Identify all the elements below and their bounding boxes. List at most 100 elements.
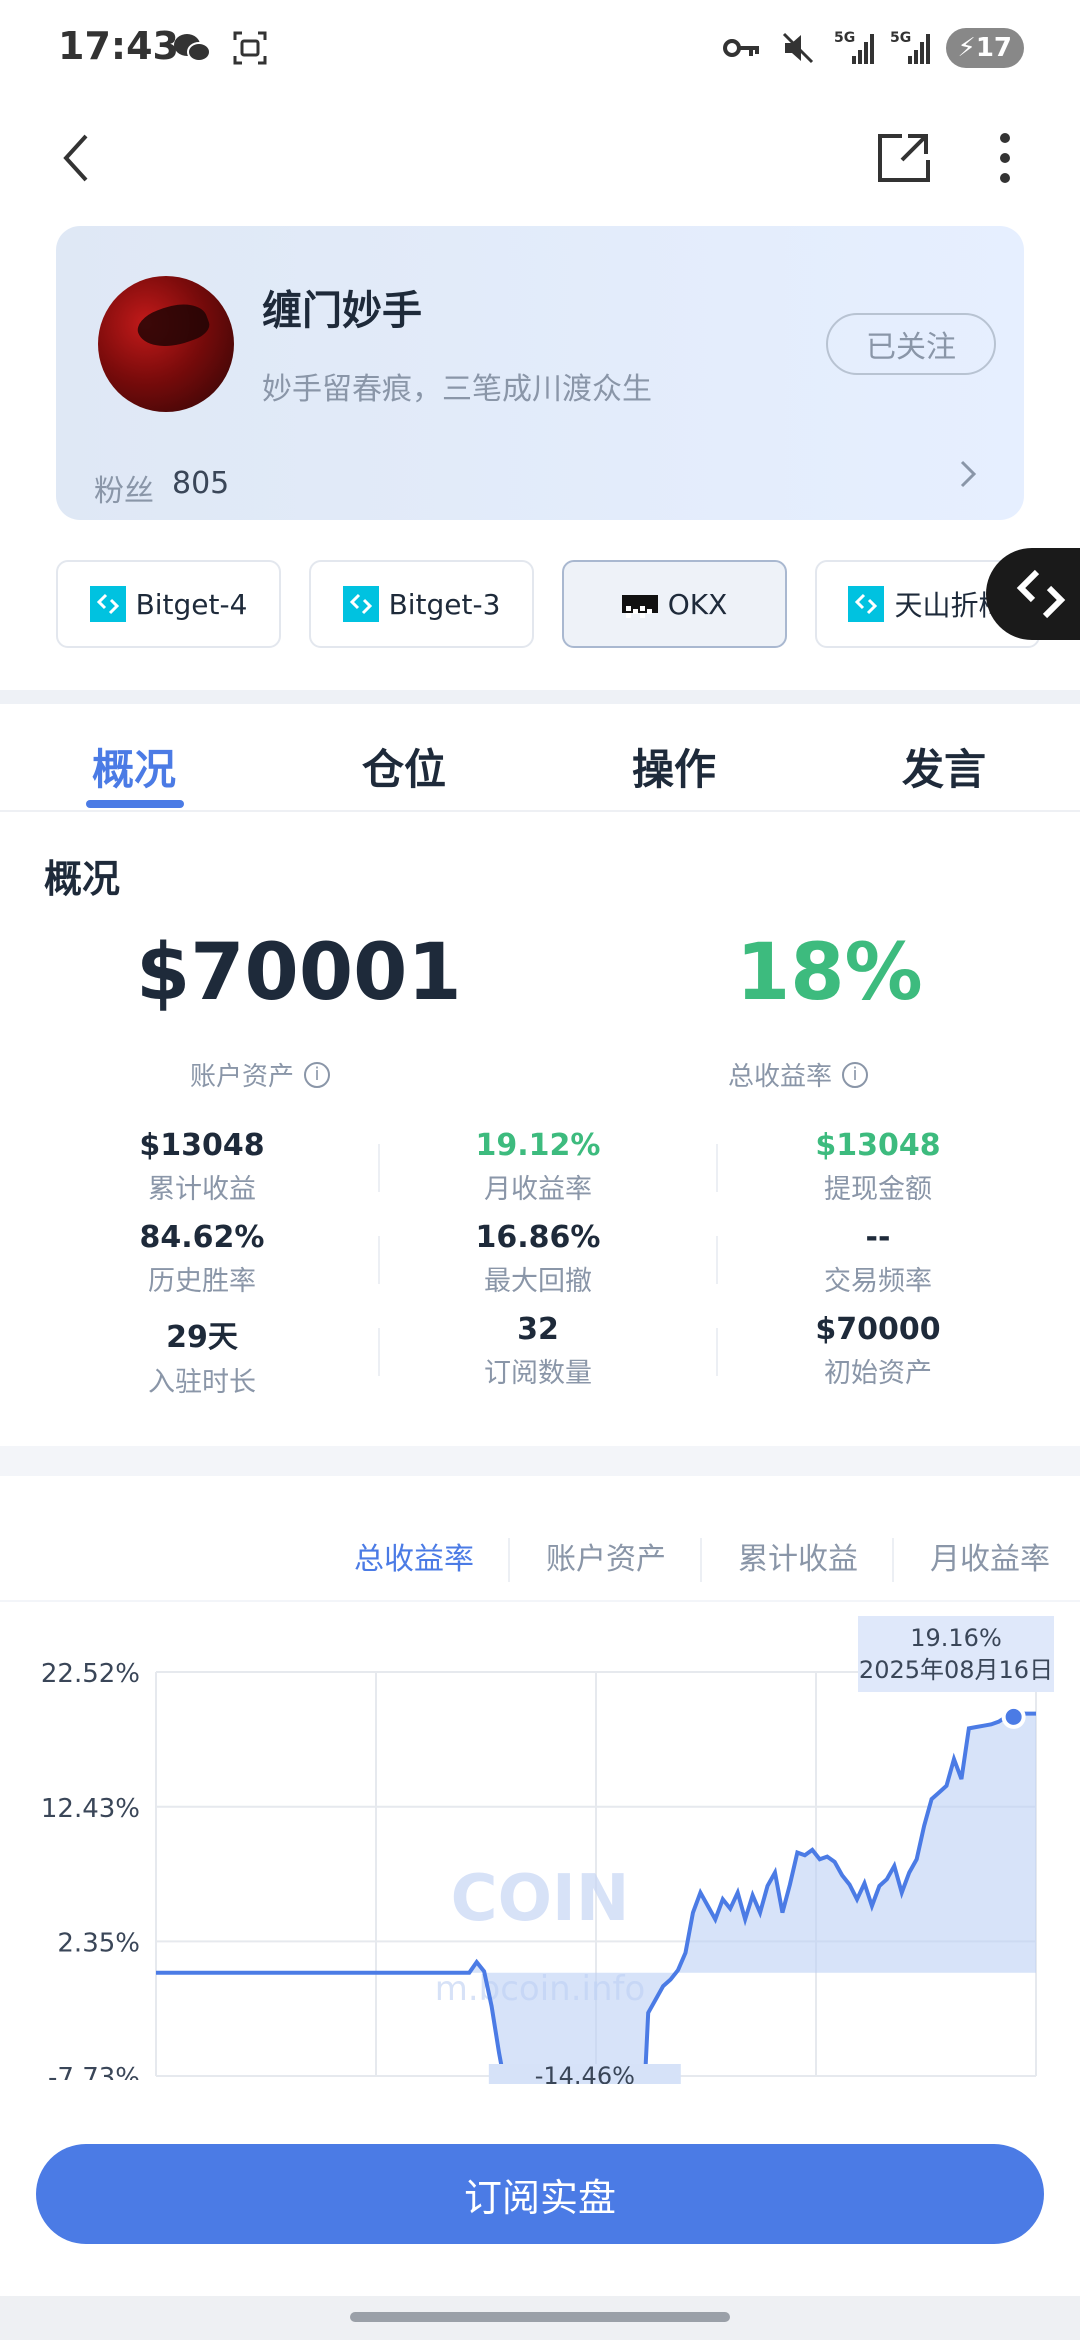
chart-divider bbox=[0, 1600, 1080, 1602]
metric-tab-account-assets[interactable]: 账户资产 bbox=[546, 1534, 666, 1578]
fans-count: 805 bbox=[172, 466, 230, 501]
overview-section-title: 概况 bbox=[44, 857, 121, 901]
svg-text:5G: 5G bbox=[834, 30, 855, 46]
charging-icon: ⚡ bbox=[957, 33, 976, 63]
tab-positions[interactable]: 仓位 bbox=[362, 736, 446, 797]
total-return-label-group: 总收益率 i bbox=[728, 1056, 869, 1093]
stat-label: 历史胜率 bbox=[148, 1266, 256, 1297]
metric-tab-divider bbox=[892, 1538, 894, 1582]
stat-item: 32 订阅数量 bbox=[388, 1312, 688, 1390]
active-tab-indicator bbox=[86, 800, 184, 808]
section-divider bbox=[0, 1446, 1080, 1476]
stat-item: $13048 累计收益 bbox=[52, 1128, 352, 1206]
stat-divider bbox=[716, 1328, 718, 1376]
stat-value: 16.86% bbox=[475, 1220, 601, 1255]
total-return-value: 18% bbox=[736, 928, 923, 1018]
stat-divider bbox=[378, 1144, 380, 1192]
metric-tab-divider bbox=[508, 1538, 510, 1582]
metric-tab-total-return[interactable]: 总收益率 bbox=[354, 1534, 474, 1578]
stat-item: 84.62% 历史胜率 bbox=[52, 1220, 352, 1298]
stat-divider bbox=[716, 1144, 718, 1192]
stat-value: 29天 bbox=[166, 1320, 238, 1355]
svg-text:5G: 5G bbox=[890, 30, 911, 46]
tab-operations[interactable]: 操作 bbox=[632, 736, 716, 797]
wechat-icon bbox=[172, 28, 212, 68]
metric-tab-monthly-return[interactable]: 月收益率 bbox=[930, 1534, 1050, 1578]
bitget-logo-icon bbox=[848, 586, 885, 622]
battery-level: 17 bbox=[975, 33, 1012, 63]
info-icon[interactable]: i bbox=[304, 1061, 331, 1088]
key-icon bbox=[722, 28, 762, 68]
home-indicator[interactable] bbox=[350, 2312, 730, 2322]
signal-5g-icon-1: 5G bbox=[834, 28, 874, 68]
floating-bitget-button[interactable] bbox=[986, 548, 1080, 640]
account-assets-label: 账户资产 bbox=[190, 1062, 295, 1092]
subscribe-live-button[interactable]: 订阅实盘 bbox=[36, 2144, 1044, 2244]
navigation-bar bbox=[0, 100, 1080, 225]
bitget-logo-icon bbox=[89, 586, 126, 622]
stat-divider bbox=[378, 1328, 380, 1376]
chart-y-tick-label: 22.52% bbox=[41, 1659, 140, 1689]
battery-indicator: ⚡ 17 bbox=[945, 28, 1024, 68]
watermark-logo-text: COIN bbox=[451, 1862, 630, 1936]
exchange-tab-bitget-4[interactable]: Bitget-4 bbox=[56, 560, 281, 648]
exchange-tab-label: Bitget-3 bbox=[388, 587, 501, 621]
stat-value: $13048 bbox=[139, 1128, 265, 1163]
section-divider bbox=[0, 690, 1080, 704]
stat-label: 交易频率 bbox=[824, 1266, 932, 1297]
stat-item: $70000 初始资产 bbox=[728, 1312, 1028, 1390]
signal-5g-icon-2: 5G bbox=[890, 28, 930, 68]
bitget-logo-icon bbox=[342, 586, 379, 622]
stat-value: -- bbox=[865, 1220, 891, 1255]
main-tabs: 概况 仓位 操作 发言 bbox=[0, 704, 1080, 812]
tab-overview[interactable]: 概况 bbox=[92, 736, 176, 797]
chevron-right-icon[interactable] bbox=[952, 454, 984, 494]
screen-capture-icon bbox=[230, 28, 270, 68]
stat-value: 32 bbox=[517, 1312, 559, 1347]
chart-tooltip-value: 19.16% bbox=[910, 1624, 1002, 1652]
chart-tooltip-date: 2025年08月16日 bbox=[859, 1656, 1053, 1684]
back-icon[interactable] bbox=[52, 128, 112, 188]
stat-item: 16.86% 最大回撤 bbox=[388, 1220, 688, 1298]
stat-label: 最大回撤 bbox=[484, 1266, 592, 1297]
stat-label: 提现金额 bbox=[824, 1174, 932, 1205]
exchange-account-tabs: Bitget-4 Bitget-3 OKX 天山折梅 bbox=[56, 560, 1040, 650]
total-return-chart[interactable]: 22.52%12.43%2.35%-7.73%COINm.bcoin.info-… bbox=[0, 1604, 1080, 2084]
stat-label: 月收益率 bbox=[484, 1174, 592, 1205]
more-options-icon[interactable] bbox=[980, 126, 1030, 190]
exchange-tab-okx[interactable]: OKX bbox=[562, 560, 787, 648]
chart-min-label: -14.46% bbox=[535, 2062, 635, 2084]
info-icon[interactable]: i bbox=[842, 1061, 869, 1088]
stat-item: 29天入驻时长 bbox=[52, 1312, 352, 1399]
exchange-tab-label: OKX bbox=[667, 587, 728, 621]
exchange-tab-bitget-3[interactable]: Bitget-3 bbox=[309, 560, 534, 648]
stat-label: 订阅数量 bbox=[484, 1358, 592, 1389]
avatar bbox=[98, 276, 234, 412]
share-icon[interactable] bbox=[872, 126, 936, 190]
metric-tab-divider bbox=[700, 1538, 702, 1582]
exchange-tab-label: Bitget-4 bbox=[135, 587, 248, 621]
trader-bio: 妙手留春痕，三笔成川渡众生 bbox=[262, 372, 652, 407]
stat-value: 19.12% bbox=[475, 1128, 601, 1163]
stat-value: $70000 bbox=[815, 1312, 941, 1347]
stat-label: 累计收益 bbox=[148, 1174, 256, 1205]
stat-item: $13048 提现金额 bbox=[728, 1128, 1028, 1206]
stat-label: 初始资产 bbox=[824, 1358, 932, 1389]
stat-divider bbox=[378, 1236, 380, 1284]
chart-y-tick-label: 12.43% bbox=[41, 1794, 140, 1824]
account-assets-label-group: 账户资产 i bbox=[190, 1056, 331, 1093]
chart-metric-tabs: 总收益率 账户资产 累计收益 月收益率 bbox=[0, 1528, 1080, 1588]
fans-label: 粉丝 bbox=[94, 474, 154, 509]
stat-label: 入驻时长 bbox=[148, 1367, 256, 1398]
stat-value: 84.62% bbox=[139, 1220, 265, 1255]
stat-item: 19.12% 月收益率 bbox=[388, 1128, 688, 1206]
tab-posts[interactable]: 发言 bbox=[902, 736, 986, 797]
trader-profile-card[interactable]: 缠门妙手 妙手留春痕，三笔成川渡众生 已关注 粉丝 805 bbox=[56, 226, 1024, 520]
status-time: 17:43 bbox=[58, 24, 179, 68]
metric-tab-cumulative-profit[interactable]: 累计收益 bbox=[738, 1534, 858, 1578]
stat-item: -- 交易频率 bbox=[728, 1220, 1028, 1298]
status-bar: 17:43 5G 5G ⚡ 17 bbox=[0, 0, 1080, 100]
follow-button[interactable]: 已关注 bbox=[826, 313, 996, 375]
mute-icon bbox=[778, 28, 818, 68]
stat-value: $13048 bbox=[815, 1128, 941, 1163]
